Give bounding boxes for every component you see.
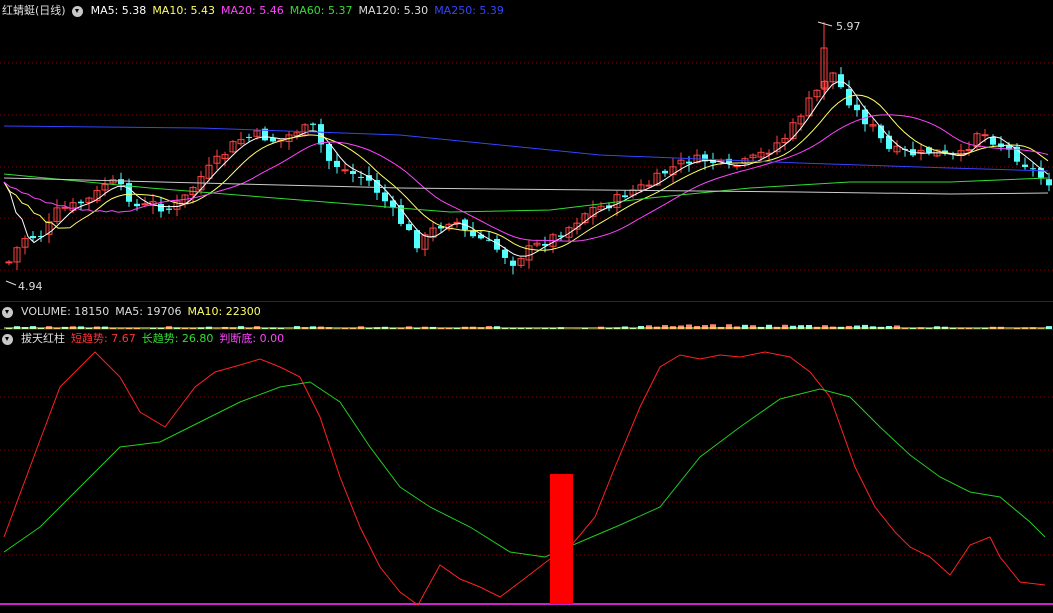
- candle-body: [30, 236, 36, 239]
- bottom-signal-readout: 判断底: 0.00: [219, 332, 285, 345]
- high-price-label: 5.97: [836, 20, 861, 33]
- short-trend-line: [3, 351, 1046, 606]
- long-trend-readout: 长趋势: 26.80: [141, 332, 214, 345]
- indicator-title: 拔天红柱: [21, 332, 65, 345]
- candle-body: [414, 230, 420, 249]
- short-trend-readout: 短趋势: 7.67: [71, 332, 136, 345]
- candle-body: [134, 203, 140, 207]
- candle-body: [406, 224, 412, 231]
- bottom-signal-bar: [550, 474, 573, 604]
- candle-body: [622, 195, 628, 198]
- candle-body: [78, 201, 84, 204]
- low-marker: [5, 280, 17, 286]
- candle-body: [334, 160, 340, 168]
- indicator-chart[interactable]: [0, 347, 1053, 612]
- candle-body: [981, 134, 989, 137]
- candle-body: [326, 143, 332, 161]
- ma5-line: [3, 81, 1049, 257]
- candle-body: [341, 169, 349, 172]
- candlestick-chart[interactable]: 5.97 4.94: [0, 0, 1053, 300]
- candle-body: [510, 260, 516, 266]
- candle-body: [5, 261, 13, 264]
- candle-body: [662, 170, 668, 174]
- candle-body: [990, 137, 996, 145]
- candle-body: [1030, 168, 1036, 170]
- candle-body: [166, 208, 172, 210]
- candle-body: [350, 171, 356, 174]
- candle-body: [310, 123, 316, 125]
- panel-divider: [0, 301, 1053, 302]
- ma20-line: [3, 114, 1049, 242]
- candle-body: [382, 192, 388, 202]
- candle-body: [358, 176, 364, 178]
- ma120-line: [3, 177, 1049, 195]
- candle-body: [645, 184, 653, 187]
- candle-body: [1022, 164, 1028, 168]
- candle-body: [141, 203, 149, 206]
- long-trend-line: [3, 381, 1046, 558]
- candle-body: [838, 74, 844, 88]
- candle-body: [158, 203, 164, 212]
- indicator-panel-header: 拔天红柱 短趋势: 7.67 长趋势: 26.80 判断底: 0.00: [2, 330, 284, 348]
- high-marker: [817, 21, 833, 27]
- candle-body: [886, 135, 892, 149]
- indicator-panel-settings-icon[interactable]: [2, 333, 13, 345]
- candle-body: [965, 148, 973, 151]
- volume-settings-icon[interactable]: [2, 306, 13, 318]
- candle-body: [854, 104, 860, 111]
- candle-body: [686, 161, 692, 164]
- candle-body: [502, 249, 508, 258]
- low-price-label: 4.94: [18, 280, 43, 293]
- ma10-line: [3, 94, 1049, 251]
- candle-body: [246, 136, 252, 138]
- candle-body: [118, 179, 124, 185]
- candle-body: [1046, 179, 1052, 186]
